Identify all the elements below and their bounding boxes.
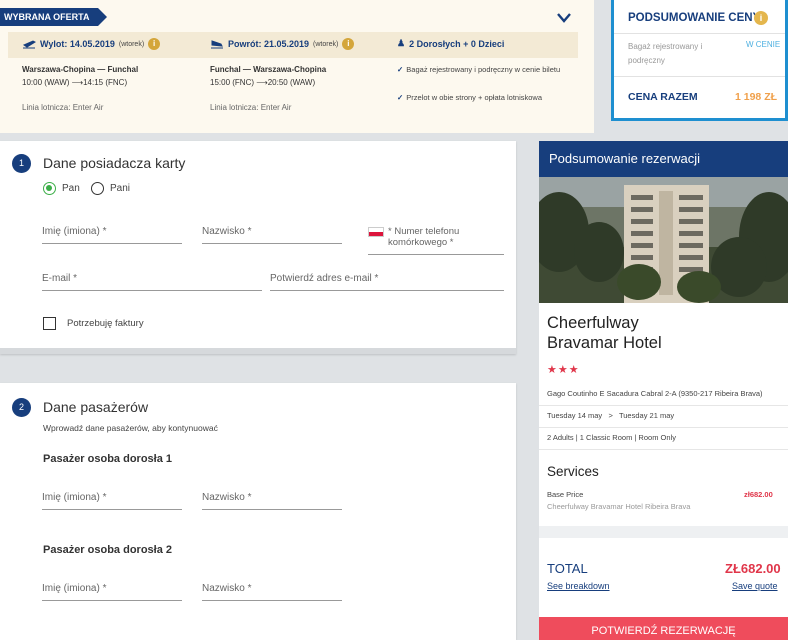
radio-pani-label: Pani	[110, 183, 131, 194]
section-title: Dane pasażerów	[43, 399, 149, 415]
hotel-stars: ★★★	[547, 364, 580, 376]
poland-flag-icon[interactable]	[368, 227, 384, 237]
passenger-title: Pasażer osoba dorosła 2	[43, 544, 172, 556]
passenger-count: 2 Dorosłych + 0 Dzieci	[409, 38, 505, 49]
total-label: TOTAL	[547, 561, 588, 576]
total-value: ZŁ682.00	[725, 561, 781, 576]
services-title: Services	[547, 464, 599, 479]
price-summary-panel: PODSUMOWANIE CENY i Bagaż rejestrowany i…	[611, 0, 788, 121]
passenger-title: Pasażer osoba dorosła 1	[43, 453, 172, 465]
baggage-label: Bagaż rejestrowany i podręczny	[628, 42, 703, 65]
outbound-airline: Linia lotnicza: Enter Air	[22, 103, 104, 112]
hotel-name: Cheerfulway Bravamar Hotel	[547, 314, 662, 352]
base-price-hotel: Cheerfulway Bravamar Hotel Ribeira Brava	[547, 502, 691, 511]
total-price-value: 1 198 ZŁ	[735, 91, 778, 103]
radio-pani[interactable]	[91, 182, 104, 195]
return-airline: Linia lotnicza: Enter Air	[210, 103, 292, 112]
return-header: Powrót: 21.05.2019 (wtorek) i	[210, 38, 355, 50]
include-item: ✓ Przelot w obie strony + opłata lotnisk…	[397, 93, 542, 102]
step-badge: 1	[12, 154, 31, 173]
passenger-first-name-field[interactable]: Imię (imiona) *	[42, 583, 182, 601]
passenger-last-name-field[interactable]: Nazwisko *	[202, 492, 342, 510]
outbound-times: 10:00 (WAW) ⟶14:15 (FNC)	[22, 78, 128, 87]
check-icon: ✓	[397, 93, 404, 102]
price-summary-title: PODSUMOWANIE CENY	[628, 12, 761, 24]
hotel-address: Gago Coutinho E Sacadura Cabral 2-A (935…	[547, 389, 763, 398]
divider	[539, 449, 788, 450]
check-icon: ✓	[397, 65, 404, 74]
last-name-field[interactable]: Nazwisko *	[202, 226, 342, 244]
step-badge: 2	[12, 398, 31, 417]
invoice-checkbox[interactable]	[43, 317, 56, 330]
base-price-value: zł682.00	[744, 490, 773, 499]
phone-field[interactable]: * Numer telefonu komórkowego *	[368, 226, 504, 255]
chevron-down-icon[interactable]	[556, 10, 572, 26]
total-price-label: CENA RAZEM	[628, 91, 698, 103]
invoice-label: Potrzebuję faktury	[67, 318, 144, 329]
divider	[539, 427, 788, 428]
outbound-header: Wylot: 14.05.2019 (wtorek) i	[22, 38, 161, 50]
reservation-summary-panel: Podsumowanie rezerwacji Cheerfulway Brav…	[539, 141, 788, 640]
divider	[614, 33, 785, 34]
info-icon[interactable]: i	[754, 11, 768, 25]
section-separator	[539, 526, 788, 538]
outbound-route: Warszawa-Chopina — Funchal	[22, 65, 139, 74]
section-title: Dane posiadacza karty	[43, 155, 186, 171]
save-quote-link[interactable]: Save quote	[732, 581, 778, 591]
plane-landing-icon	[211, 40, 223, 49]
base-price-label: Base Price	[547, 490, 584, 499]
passenger-first-name-field[interactable]: Imię (imiona) *	[42, 492, 182, 510]
passenger-last-name-field[interactable]: Nazwisko *	[202, 583, 342, 601]
email-field[interactable]: E-mail *	[42, 273, 262, 291]
selected-offer-tag: WYBRANA OFERTA	[0, 8, 106, 26]
guest-room-info: 2 Adults | 1 Classic Room | Room Only	[547, 433, 676, 442]
email-confirm-field[interactable]: Potwierdź adres e-mail *	[270, 273, 504, 291]
return-times: 15:00 (FNC) ⟶20:50 (WAW)	[210, 78, 316, 87]
outbound-day: (wtorek)	[118, 40, 145, 48]
stay-dates: Tuesday 14 may > Tuesday 21 may	[547, 411, 675, 420]
section-instructions: Wprowadź dane pasażerów, aby kontynuować	[43, 423, 218, 433]
return-day: (wtorek)	[313, 40, 339, 48]
info-icon[interactable]: i	[148, 38, 161, 50]
plane-takeoff-icon	[22, 40, 36, 49]
reservation-summary-title: Podsumowanie rezerwacji	[539, 141, 788, 177]
return-date: Powrót: 21.05.2019	[228, 39, 310, 49]
baggage-value: W CENIE	[746, 40, 781, 49]
selected-offer-panel: WYBRANA OFERTA Wylot: 14.05.2019 (wtorek…	[0, 0, 594, 133]
hotel-photo	[539, 177, 788, 303]
divider	[614, 76, 785, 77]
radio-pan[interactable]	[43, 182, 56, 195]
see-breakdown-link[interactable]: See breakdown	[547, 581, 610, 591]
include-item: ✓ Bagaż rejestrowany i podręczny w cenie…	[397, 65, 561, 74]
confirm-reservation-button[interactable]: POTWIERDŹ REZERWACJĘ	[539, 617, 788, 640]
passengers-header: ♟ 2 Dorosłych + 0 Dzieci	[397, 38, 504, 49]
return-route: Funchal — Warszawa-Chopina	[210, 65, 327, 74]
person-icon: ♟	[397, 38, 406, 48]
divider	[539, 405, 788, 406]
passengers-section: 2 Dane pasażerów Wprowadź dane pasażerów…	[0, 383, 516, 640]
chevron-right-icon: >	[608, 411, 613, 420]
card-holder-section: 1 Dane posiadacza karty Pan Pani Imię (i…	[0, 141, 516, 354]
outbound-date: Wylot: 14.05.2019	[40, 39, 115, 49]
info-icon[interactable]: i	[342, 38, 355, 50]
first-name-field[interactable]: Imię (imiona) *	[42, 226, 182, 244]
radio-pan-label: Pan	[62, 183, 80, 194]
